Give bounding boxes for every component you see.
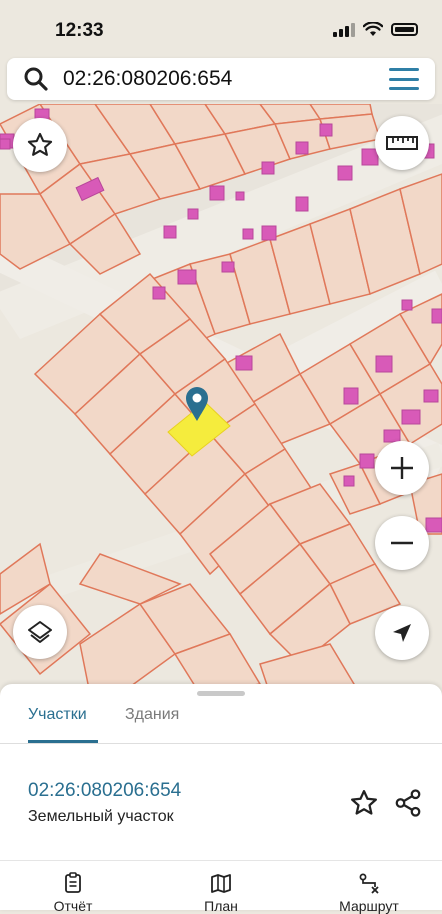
nav-report[interactable]: Отчёт [18, 872, 128, 914]
star-icon[interactable] [349, 788, 379, 818]
tab-buildings[interactable]: Здания [125, 706, 179, 724]
status-time: 12:33 [55, 20, 104, 41]
layers-button[interactable] [13, 605, 67, 659]
search-bar[interactable]: 02:26:080206:654 [7, 58, 435, 100]
layers-icon [28, 621, 52, 643]
search-icon[interactable] [23, 66, 49, 92]
map-icon [211, 874, 231, 893]
report-icon [65, 872, 81, 893]
bottom-nav-divider [0, 860, 442, 861]
favorite-button[interactable] [13, 118, 67, 172]
parcel-type-label: Земельный участок [28, 808, 174, 825]
star-icon [27, 132, 53, 156]
status-icons [333, 22, 418, 37]
nav-map[interactable]: План [166, 872, 276, 914]
sheet-drag-handle[interactable] [197, 691, 245, 696]
my-location-button[interactable] [375, 606, 429, 660]
battery-icon [391, 23, 418, 36]
ruler-button[interactable] [375, 116, 429, 170]
parcel-info-sheet: Участки Здания 02:26:080206:654 Земельны… [0, 684, 442, 914]
nav-report-label: Отчёт [53, 898, 93, 914]
nav-route[interactable]: Маршрут [314, 872, 424, 914]
ruler-icon [386, 136, 418, 150]
tab-parcels[interactable]: Участки [28, 706, 87, 724]
nav-route-label: Маршрут [339, 898, 399, 914]
status-bar: 12:33 [0, 0, 442, 58]
menu-icon[interactable] [389, 68, 419, 90]
wifi-icon [363, 22, 383, 36]
parcel-cadastral-number[interactable]: 02:26:080206:654 [28, 780, 181, 802]
share-icon[interactable] [393, 788, 423, 818]
nav-map-label: План [204, 898, 238, 914]
navigation-arrow-icon [393, 624, 411, 642]
plus-icon [391, 457, 413, 479]
tab-divider [0, 743, 442, 744]
map-canvas[interactable] [0, 104, 442, 694]
zoom-out-button[interactable] [375, 516, 429, 570]
search-input[interactable]: 02:26:080206:654 [63, 67, 389, 91]
zoom-in-button[interactable] [375, 441, 429, 495]
route-icon [359, 873, 379, 894]
signal-icon [333, 22, 355, 37]
minus-icon [391, 541, 413, 545]
